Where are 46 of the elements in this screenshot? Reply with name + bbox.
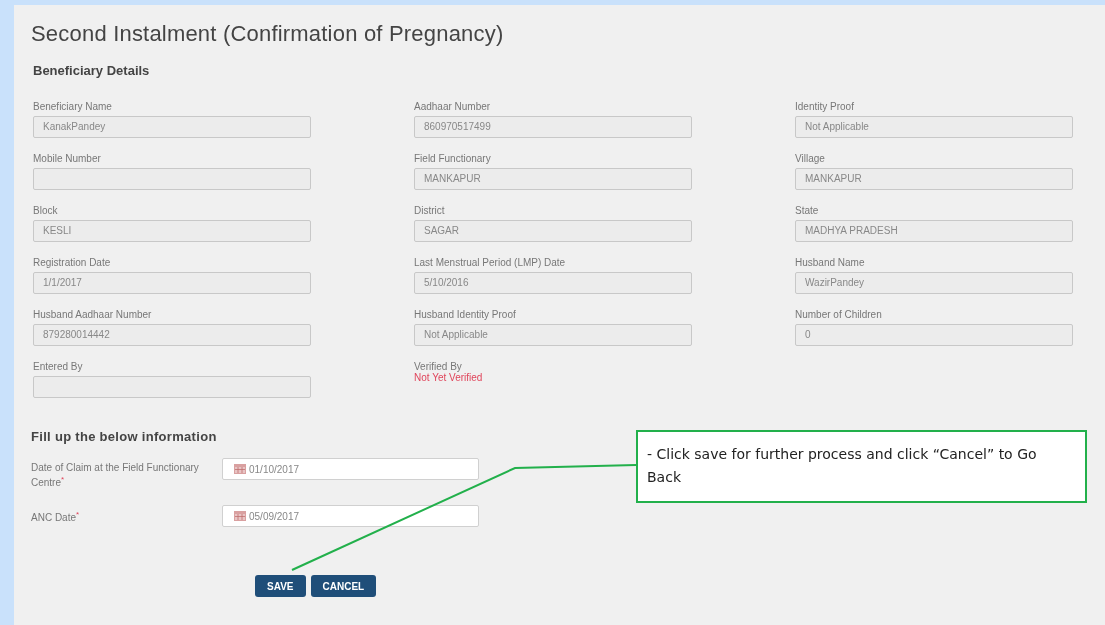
text-field[interactable]: 879280014442	[33, 324, 311, 346]
text-field[interactable]: SAGAR	[414, 220, 692, 242]
field-label: ANC Date$^{*}$	[31, 509, 81, 525]
field-label: Verified By	[414, 361, 462, 373]
field-label: State	[795, 205, 820, 217]
text-field[interactable]: MADHYA PRADESH	[795, 220, 1073, 242]
callout-note: - Click save for further process and click “Cancel” to Go Back	[636, 430, 1087, 503]
section-heading: Beneficiary Details	[33, 63, 151, 78]
field-label: Number of Children	[795, 309, 883, 321]
field-label: Husband Identity Proof	[414, 309, 517, 321]
text-field[interactable]: KanakPandey	[33, 116, 311, 138]
text-field[interactable]: MANKAPUR	[414, 168, 692, 190]
date-field[interactable]: 05/09/2017	[222, 505, 479, 528]
text-field[interactable]: MANKAPUR	[795, 168, 1073, 190]
page-title: Second Instalment (Confirmation of Pregnancy)	[31, 21, 505, 47]
save-button[interactable]: SAVE	[255, 575, 306, 598]
field-label: District	[414, 205, 446, 217]
text-field[interactable]: KESLI	[33, 220, 311, 242]
field-label: Field Functionary	[414, 153, 492, 165]
field-label: Date of Claim at the Field Functionary Centre$^{*}$	[31, 461, 200, 490]
text-field[interactable]: Not Applicable	[414, 324, 692, 346]
field-label: Aadhaar Number	[414, 101, 492, 113]
field-label: Husband Aadhaar Number	[33, 309, 153, 321]
field-label: Identity Proof	[795, 101, 855, 113]
section-heading: Fill up the below information	[31, 429, 218, 444]
field-label: Mobile Number	[33, 153, 102, 165]
field-label: Registration Date	[33, 257, 112, 269]
field-label: Last Menstrual Period (LMP) Date	[414, 257, 567, 269]
text-field[interactable]	[33, 376, 311, 398]
field-label: Entered By	[33, 361, 84, 373]
text-field[interactable]: Not Applicable	[795, 116, 1073, 138]
verification-status: Not Yet Verified	[414, 373, 484, 383]
text-field[interactable]: 5/10/2016	[414, 272, 692, 294]
calendar-icon	[234, 511, 246, 522]
text-field[interactable]: WazirPandey	[795, 272, 1073, 294]
text-field[interactable]	[33, 168, 311, 190]
calendar-icon	[234, 464, 246, 474]
date-field[interactable]: 01/10/2017	[222, 458, 479, 480]
field-label: Village	[795, 153, 826, 165]
text-field[interactable]: 860970517499	[414, 116, 692, 138]
text-field[interactable]: 1/1/2017	[33, 272, 311, 294]
field-label: Block	[33, 205, 59, 217]
text-field[interactable]: 0	[795, 324, 1073, 346]
field-label: Beneficiary Name	[33, 101, 113, 113]
cancel-button[interactable]: CANCEL	[310, 575, 377, 598]
field-label: Husband Name	[795, 257, 866, 269]
